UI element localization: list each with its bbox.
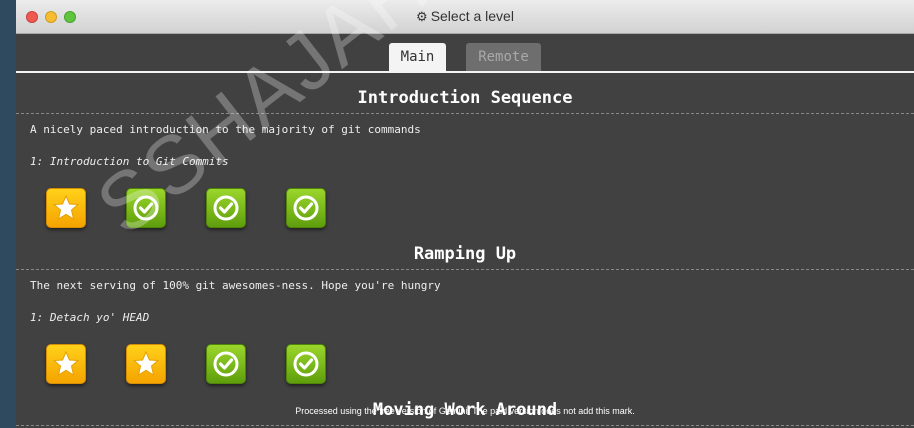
checkmark-icon (133, 195, 159, 221)
section-divider (16, 113, 914, 114)
section-description: The next serving of 100% git awesomes-ne… (30, 279, 441, 292)
section-divider (16, 425, 914, 426)
tab-underline (16, 71, 914, 73)
star-icon (52, 194, 80, 221)
checkmark-icon (293, 351, 319, 377)
level-3-completed-button[interactable] (206, 188, 246, 228)
current-level-label: 1: Detach yo' HEAD (30, 311, 150, 324)
star-icon (132, 350, 160, 377)
processing-notice: Processed using the free version of Gemi… (295, 406, 635, 416)
window-title-text: Select a level (430, 8, 514, 24)
level-2-completed-button[interactable] (126, 188, 166, 228)
level-4-completed-button[interactable] (286, 344, 326, 384)
tab-remote[interactable]: Remote (466, 43, 541, 72)
level-buttons-row (46, 188, 326, 228)
tab-main[interactable]: Main (389, 43, 446, 72)
level-select-window: ⚙ Select a level Main Remote Introduction… (16, 0, 914, 428)
level-4-completed-button[interactable] (286, 188, 326, 228)
current-level-label: 1: Introduction to Git Commits (30, 155, 229, 168)
section-description: A nicely paced introduction to the major… (30, 123, 421, 136)
checkmark-icon (213, 351, 239, 377)
window-title: ⚙ Select a level (16, 8, 914, 25)
level-1-star-button[interactable] (46, 344, 86, 384)
checkmark-icon (213, 195, 239, 221)
title-bar: ⚙ Select a level (16, 0, 914, 34)
star-icon (52, 350, 80, 377)
level-2-star-button[interactable] (126, 344, 166, 384)
level-3-completed-button[interactable] (206, 344, 246, 384)
section-title-introduction: Introduction Sequence (357, 88, 573, 108)
checkmark-icon (293, 195, 319, 221)
level-buttons-row (46, 344, 326, 384)
section-title-ramping-up: Ramping Up (413, 244, 517, 264)
level-1-star-button[interactable] (46, 188, 86, 228)
section-divider (16, 269, 914, 270)
gear-icon: ⚙ (416, 9, 428, 24)
